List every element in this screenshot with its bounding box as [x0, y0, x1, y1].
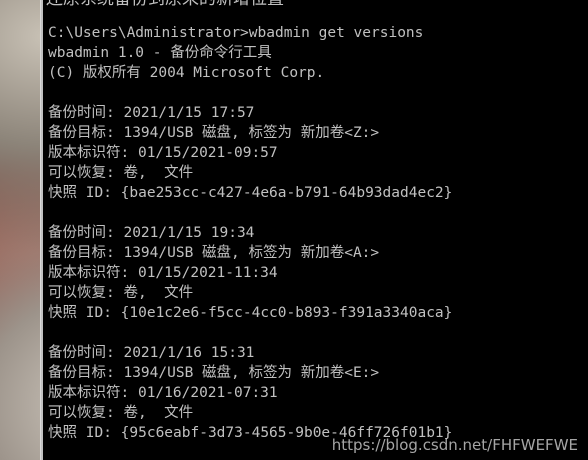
console-line: 可以恢复: 卷, 文件 [48, 285, 194, 301]
screenshot-stage: 还原系统备份到原来的新增位置 C:\Users\Administrator>wb… [0, 0, 588, 460]
command-prompt-window[interactable]: 还原系统备份到原来的新增位置 C:\Users\Administrator>wb… [41, 0, 588, 460]
console-line: (C) 版权所有 2004 Microsoft Corp. [48, 65, 325, 81]
console-line: 备份时间: 2021/1/15 17:57 [48, 105, 255, 121]
console-output: C:\Users\Administrator>wbadmin get versi… [48, 23, 588, 443]
console-line: 可以恢复: 卷, 文件 [48, 405, 194, 421]
console-line: 版本标识符: 01/16/2021-07:31 [48, 385, 278, 401]
console-line: 可以恢复: 卷, 文件 [48, 165, 194, 181]
console-line: 版本标识符: 01/15/2021-09:57 [48, 145, 278, 161]
console-line: 备份目标: 1394/USB 磁盘, 标签为 新加卷<E:> [48, 365, 380, 381]
console-line: 快照 ID: {bae253cc-c427-4e6a-b791-64b93dad… [48, 185, 453, 201]
console-line: 备份时间: 2021/1/15 19:34 [48, 225, 255, 241]
console-line: 版本标识符: 01/15/2021-11:34 [48, 265, 278, 281]
console-line: 备份时间: 2021/1/16 15:31 [48, 345, 255, 361]
watermark-text: https://blog.csdn.net/FHFWEFWE [331, 436, 578, 454]
console-line: 快照 ID: {10e1c2e6-f5cc-4cc0-b893-f391a334… [48, 305, 453, 321]
scrolled-off-line: 还原系统备份到原来的新增位置 [43, 0, 588, 9]
console-line: wbadmin 1.0 - 备份命令行工具 [48, 45, 272, 61]
console-line: C:\Users\Administrator>wbadmin get versi… [48, 25, 424, 41]
console-line: 备份目标: 1394/USB 磁盘, 标签为 新加卷<Z:> [48, 125, 380, 141]
console-line: 备份目标: 1394/USB 磁盘, 标签为 新加卷<A:> [48, 245, 380, 261]
